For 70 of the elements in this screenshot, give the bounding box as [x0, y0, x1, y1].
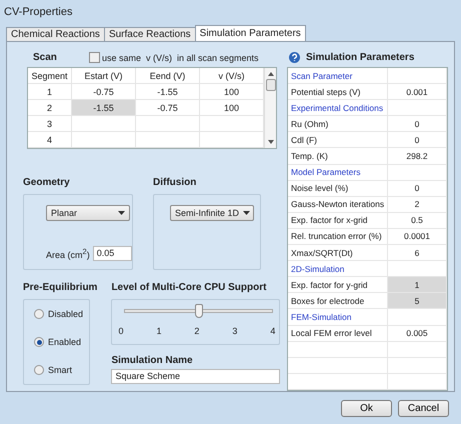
column-header: Eend (V) — [136, 68, 200, 84]
parameter-value[interactable]: 0.001 — [388, 84, 447, 100]
parameter-label: Rel. truncation error (%) — [288, 228, 388, 246]
parameter-label: Cdl (F) — [288, 132, 388, 148]
area-field[interactable]: 0.05 — [92, 246, 132, 261]
parameter-value[interactable]: 0 — [388, 116, 447, 132]
column-header: Segment — [28, 68, 72, 84]
window-title: CV-Properties — [3, 5, 74, 20]
name-field[interactable]: Square Scheme — [111, 369, 280, 384]
table-cell: 100 — [200, 100, 264, 116]
section-title: Simulation Name — [111, 355, 194, 366]
table-cell: 1 — [28, 84, 72, 100]
section-label: FEM-Simulation — [288, 309, 388, 326]
parameter-value[interactable]: 1 — [388, 277, 447, 294]
parameter-label: Xmax/SQRT(Dt) — [288, 245, 388, 262]
tick-label: 2 — [194, 326, 200, 336]
radio-label: Disabled — [48, 309, 84, 319]
tab[interactable]: Simulation Parameters — [194, 25, 306, 41]
parameter-value[interactable]: 0.005 — [388, 326, 447, 342]
parameter-label: Potential steps (V) — [288, 84, 388, 100]
section-label: Model Parameters — [288, 164, 388, 181]
tick-label: 0 — [118, 326, 124, 336]
parameter-value[interactable]: 2 — [388, 196, 447, 213]
tick-label: 4 — [270, 326, 276, 336]
dialog-button[interactable]: Cancel — [398, 400, 449, 417]
section-title: Scan — [33, 52, 58, 63]
parameter-label: Gauss-Newton iterations — [288, 196, 388, 213]
parameter-label: Noise level (%) — [288, 180, 388, 197]
parameter-value[interactable]: 298.2 — [388, 148, 447, 165]
table-cell: 2 — [28, 100, 72, 116]
parameter-label: Ru (Ohm) — [288, 116, 388, 132]
diffusion-dropdown[interactable]: Semi-Infinite 1D — [170, 205, 254, 221]
parameter-value[interactable]: 0 — [388, 132, 447, 148]
table-cell: -1.55 — [72, 100, 136, 116]
table-cell: -0.75 — [72, 84, 136, 100]
table-cell: -1.55 — [136, 84, 200, 100]
checkbox-label: use same v (V/s) in all scan segments — [102, 52, 259, 62]
section-label: Scan Parameter — [288, 68, 388, 84]
section-title: Diffusion — [153, 177, 198, 188]
dialog-button[interactable]: Ok — [341, 400, 392, 417]
field-label: Area (cm$^{2}$) — [46, 247, 90, 260]
tick-label: 1 — [156, 326, 162, 336]
geometry-dropdown[interactable]: Planar — [46, 205, 130, 221]
table-cell: -0.75 — [136, 100, 200, 116]
table-cell: 4 — [28, 132, 72, 148]
parameter-label: Temp. (K) — [288, 148, 388, 165]
section-title: Pre-Equilibrium — [23, 282, 98, 293]
tab[interactable]: Surface Reactions — [104, 27, 196, 41]
parameter-label: Exp. factor for y-grid — [288, 277, 388, 294]
tick-label: 3 — [232, 326, 238, 336]
table-cell: 3 — [28, 116, 72, 132]
parameter-label: Boxes for electrode — [288, 293, 388, 310]
column-header: Estart (V) — [72, 68, 136, 84]
parameter-label: Local FEM error level — [288, 326, 388, 342]
panel-title: Simulation Parameters — [306, 52, 414, 63]
parameter-value[interactable]: 0.5 — [388, 212, 447, 229]
parameter-value[interactable]: 6 — [388, 245, 447, 262]
parameter-value[interactable]: 5 — [388, 293, 447, 310]
parameter-label: Exp. factor for x-grid — [288, 212, 388, 229]
section-title: Level of Multi-Core CPU Support — [111, 282, 268, 293]
parameter-value[interactable]: 0.0001 — [388, 228, 447, 246]
radio-label: Enabled — [48, 337, 82, 347]
section-title: Geometry — [23, 177, 71, 188]
parameter-value[interactable]: 0 — [388, 180, 447, 197]
radio-label: Smart — [48, 365, 72, 375]
tab[interactable]: Chemical Reactions — [6, 27, 105, 41]
section-label: 2D-Simulation — [288, 261, 388, 278]
column-header: v (V/s) — [200, 68, 264, 84]
table-cell: 100 — [200, 84, 264, 100]
section-label: Experimental Conditions — [288, 100, 388, 116]
